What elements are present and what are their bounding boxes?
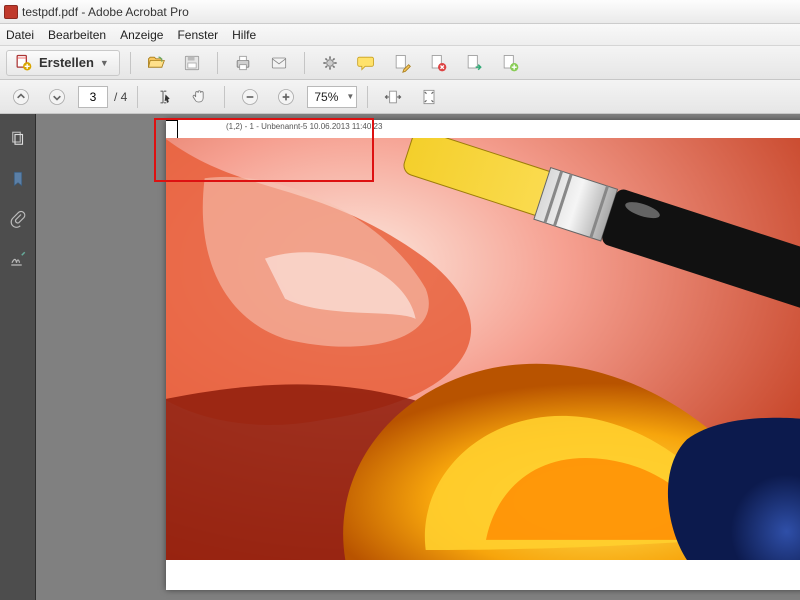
separator xyxy=(224,86,225,108)
titlebar: testpdf.pdf - Adobe Acrobat Pro xyxy=(0,0,800,24)
menu-hilfe[interactable]: Hilfe xyxy=(232,28,256,42)
separator xyxy=(130,52,131,74)
plus-icon xyxy=(276,87,296,107)
arrow-up-icon xyxy=(11,87,31,107)
toolbar-main: Erstellen ▼ xyxy=(0,46,800,80)
separator xyxy=(217,52,218,74)
page-pencil-icon xyxy=(392,53,412,73)
page-number-input[interactable] xyxy=(78,86,108,108)
toolbar-navigation: / 4 75% ▼ xyxy=(0,80,800,114)
separator xyxy=(367,86,368,108)
page-plus-icon xyxy=(500,53,520,73)
hand-icon xyxy=(189,87,209,107)
email-button[interactable] xyxy=(264,50,294,76)
create-label: Erstellen xyxy=(39,55,94,70)
bookmark-icon xyxy=(9,170,27,188)
page-delete-icon xyxy=(428,53,448,73)
separator xyxy=(137,86,138,108)
menu-anzeige[interactable]: Anzeige xyxy=(120,28,163,42)
bookmarks-button[interactable] xyxy=(7,168,29,190)
edit-page-button[interactable] xyxy=(387,50,417,76)
open-button[interactable] xyxy=(141,50,171,76)
page-down-button[interactable] xyxy=(42,84,72,110)
hand-tool-button[interactable] xyxy=(184,84,214,110)
gear-icon xyxy=(320,53,340,73)
page-arrow-icon xyxy=(464,53,484,73)
insert-page-button[interactable] xyxy=(495,50,525,76)
dropdown-caret-icon: ▼ xyxy=(100,58,109,68)
speech-bubble-icon xyxy=(356,53,376,73)
fit-page-button[interactable] xyxy=(414,84,444,110)
separator xyxy=(304,52,305,74)
envelope-icon xyxy=(269,53,289,73)
arrow-down-icon xyxy=(47,87,67,107)
paperclip-icon xyxy=(9,210,27,228)
text-cursor-icon xyxy=(153,87,173,107)
floppy-disk-icon xyxy=(182,53,202,73)
dropdown-caret-icon: ▼ xyxy=(346,92,354,101)
menubar: Datei Bearbeiten Anzeige Fenster Hilfe xyxy=(0,24,800,46)
printer-icon xyxy=(233,53,253,73)
fit-width-button[interactable] xyxy=(378,84,408,110)
page-count-label: / 4 xyxy=(114,90,127,104)
zoom-select[interactable]: 75% ▼ xyxy=(307,86,357,108)
delete-page-button[interactable] xyxy=(423,50,453,76)
zoom-in-button[interactable] xyxy=(271,84,301,110)
content-area: (1,2) - 1 - Unbenannt-5 10.06.2013 11:40… xyxy=(0,114,800,600)
thumbnails-button[interactable] xyxy=(7,128,29,150)
pdf-page: (1,2) - 1 - Unbenannt-5 10.06.2013 11:40… xyxy=(166,120,800,590)
document-area[interactable]: (1,2) - 1 - Unbenannt-5 10.06.2013 11:40… xyxy=(36,114,800,600)
window-title: testpdf.pdf - Adobe Acrobat Pro xyxy=(22,5,189,19)
signature-icon xyxy=(9,250,27,268)
menu-bearbeiten[interactable]: Bearbeiten xyxy=(48,28,106,42)
settings-button[interactable] xyxy=(315,50,345,76)
navigation-pane xyxy=(0,114,36,600)
signatures-button[interactable] xyxy=(7,248,29,270)
print-button[interactable] xyxy=(228,50,258,76)
folder-open-icon xyxy=(146,53,166,73)
app-icon xyxy=(4,5,18,19)
menu-datei[interactable]: Datei xyxy=(6,28,34,42)
minus-icon xyxy=(240,87,260,107)
comment-button[interactable] xyxy=(351,50,381,76)
create-button[interactable]: Erstellen ▼ xyxy=(6,50,120,76)
page-header-text: (1,2) - 1 - Unbenannt-5 10.06.2013 11:40… xyxy=(226,122,382,136)
extract-page-button[interactable] xyxy=(459,50,489,76)
attachments-button[interactable] xyxy=(7,208,29,230)
fit-width-icon xyxy=(383,87,403,107)
select-tool-button[interactable] xyxy=(148,84,178,110)
menu-fenster[interactable]: Fenster xyxy=(177,28,218,42)
save-button[interactable] xyxy=(177,50,207,76)
page-up-button[interactable] xyxy=(6,84,36,110)
page-image xyxy=(166,138,800,560)
zoom-value: 75% xyxy=(314,90,338,104)
page-header: (1,2) - 1 - Unbenannt-5 10.06.2013 11:40… xyxy=(166,122,800,136)
paint-illustration xyxy=(166,138,800,560)
pages-icon xyxy=(9,130,27,148)
zoom-out-button[interactable] xyxy=(235,84,265,110)
create-icon xyxy=(13,53,33,73)
fit-page-icon xyxy=(419,87,439,107)
